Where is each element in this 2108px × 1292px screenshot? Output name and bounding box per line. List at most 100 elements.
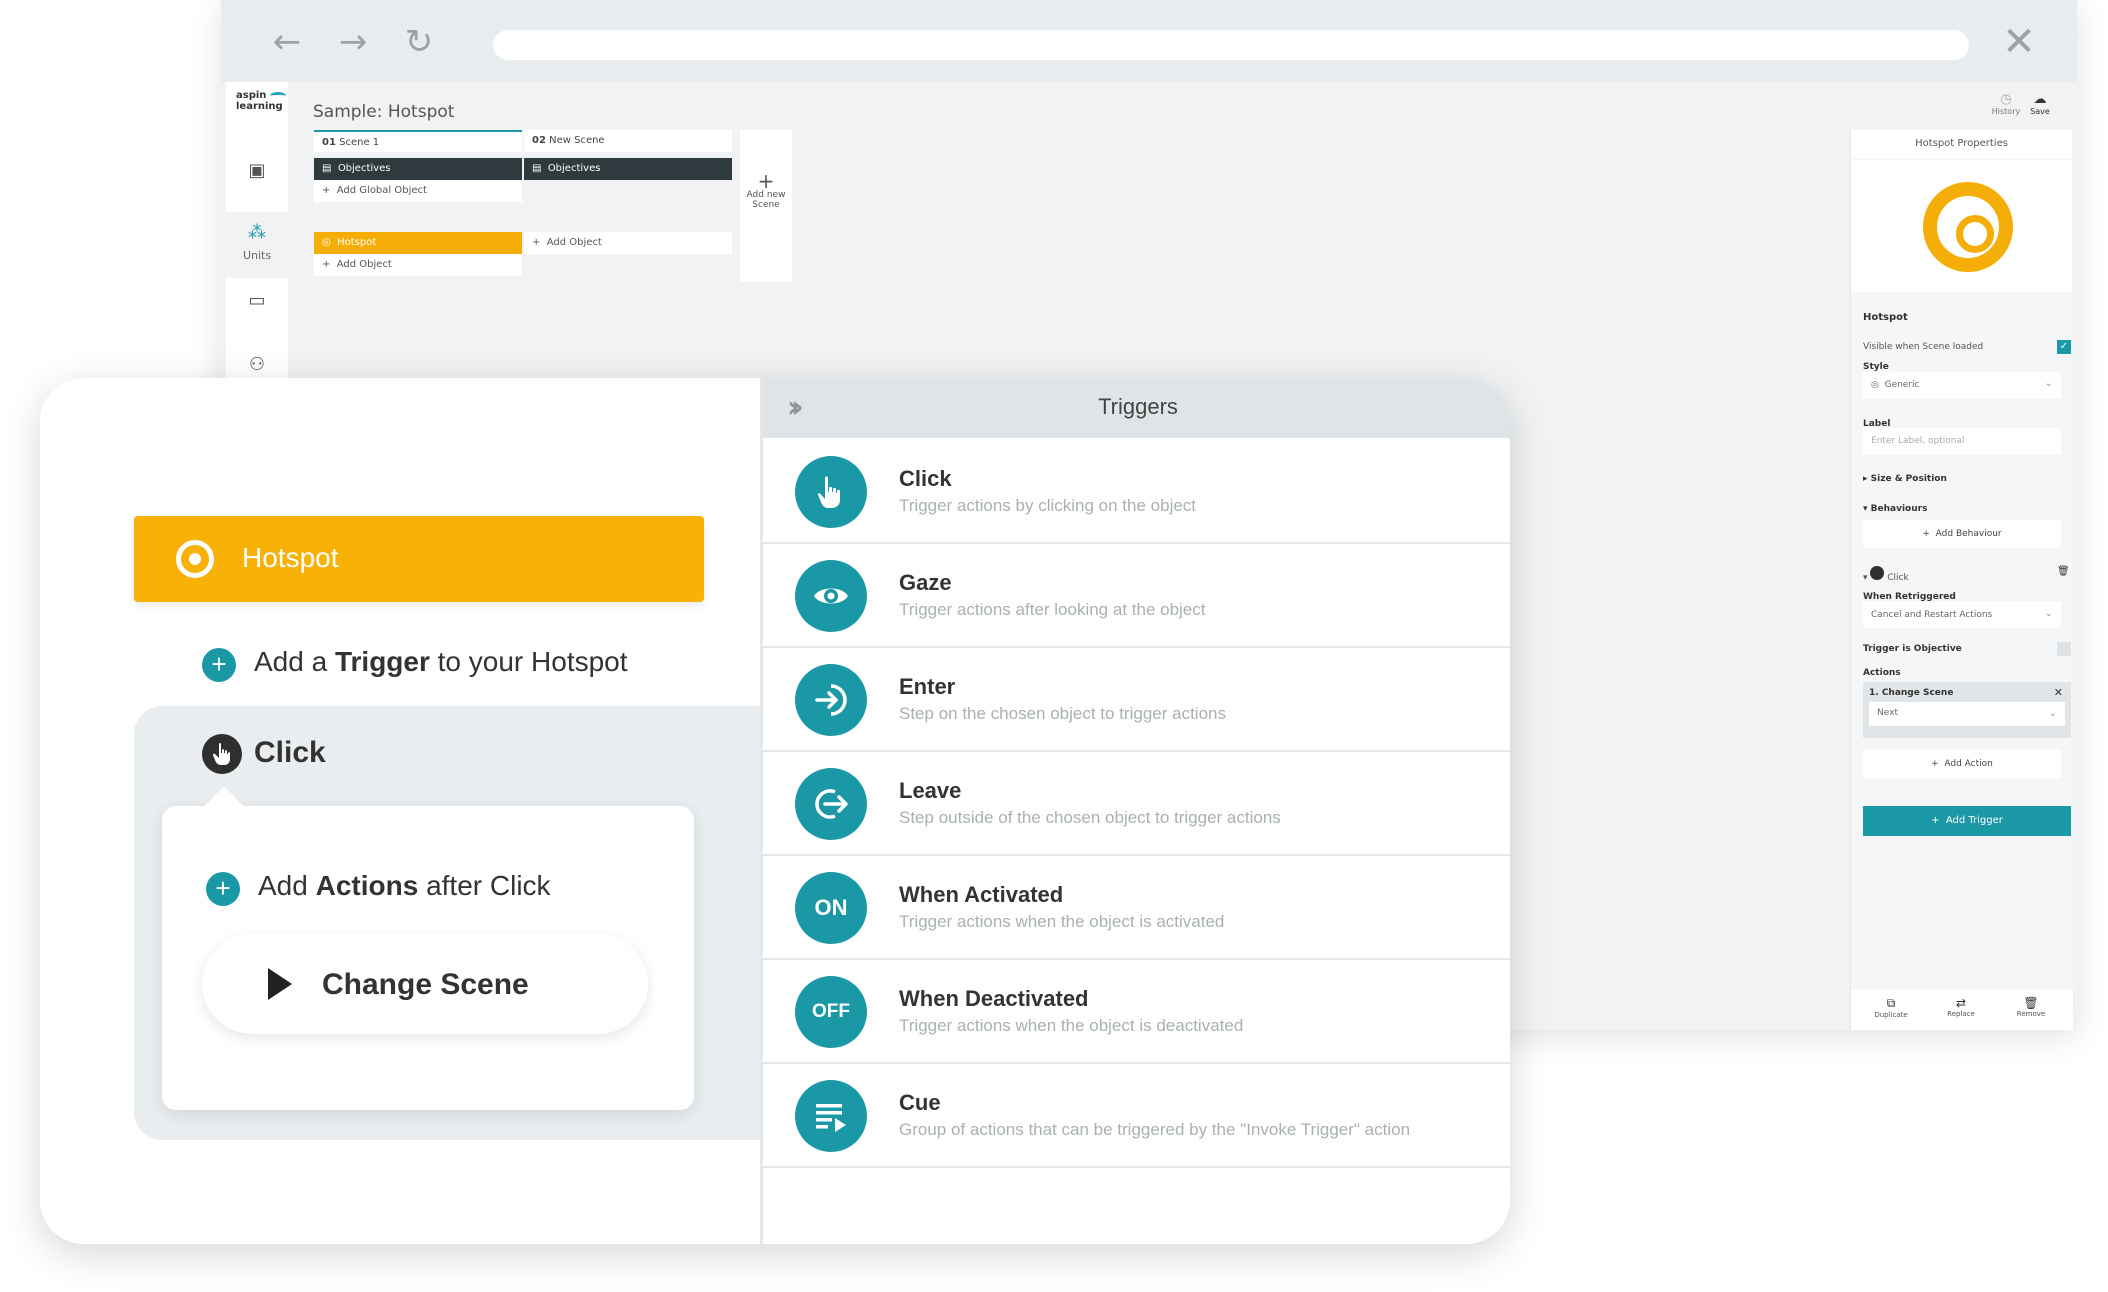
- object-name: Hotspot: [1863, 312, 1908, 323]
- trigger-item-when-activated[interactable]: ON When Activated Trigger actions when t…: [763, 856, 1510, 960]
- trash-icon: 🗑: [2023, 996, 2039, 1010]
- sidebar-item-library[interactable]: ▣: [226, 152, 288, 202]
- scene-tab-2[interactable]: 02 New Scene: [524, 130, 732, 152]
- trigger-name: Gaze: [899, 570, 952, 595]
- add-global-object-button[interactable]: + Add Global Object: [314, 180, 522, 202]
- plus-icon: +: [206, 872, 240, 906]
- add-object-button[interactable]: + Add Object: [314, 254, 522, 276]
- close-icon[interactable]: ✕: [2054, 686, 2063, 699]
- click-trigger-header[interactable]: Click: [202, 734, 326, 774]
- trigger-objective-label: Trigger is Objective: [1863, 644, 1962, 654]
- folder-icon: ▭: [248, 290, 266, 311]
- trigger-item-gaze[interactable]: Gaze Trigger actions after looking at th…: [763, 544, 1510, 648]
- trigger-objective-checkbox[interactable]: [2057, 642, 2071, 656]
- properties-panel: Hotspot Properties Hotspot Visible when …: [1850, 130, 2073, 1030]
- close-icon[interactable]: ✕: [1997, 20, 2041, 64]
- style-label: Style: [1863, 362, 1889, 372]
- hotspot-target-icon: [1923, 182, 2013, 272]
- history-button[interactable]: ◷ History: [1991, 92, 2021, 116]
- root: ← → ↻ ✕ aspin learning ▣ ⁂ Units ▭ ⚇ Sam…: [0, 0, 2108, 1292]
- add-behaviour-button[interactable]: + Add Behaviour: [1863, 520, 2061, 548]
- chevron-down-icon: ⌄: [2048, 708, 2057, 719]
- play-icon: [268, 968, 292, 1000]
- remove-button[interactable]: 🗑 Remove: [2001, 996, 2061, 1018]
- label-input[interactable]: Enter Label, optional: [1863, 428, 2061, 454]
- trigger-description: Trigger actions by clicking on the objec…: [899, 496, 1197, 515]
- trigger-name: Enter: [899, 674, 956, 699]
- add-action-button[interactable]: + Add Action: [1863, 750, 2061, 778]
- triggers-header: ›› Triggers: [763, 378, 1510, 438]
- global-object-row[interactable]: ▤ Objectives: [524, 158, 732, 180]
- change-scene-label: Change Scene: [322, 968, 529, 1001]
- leave-icon: [795, 768, 867, 840]
- target-icon: ◎: [1871, 380, 1879, 390]
- trigger-description: Trigger actions when the object is activ…: [899, 912, 1225, 931]
- card-left-pane: Hotspot + Add a Trigger to your Hotspot …: [40, 378, 774, 1244]
- add-trigger-button[interactable]: + Add Trigger: [1863, 806, 2071, 836]
- trigger-description: Step on the chosen object to trigger act…: [899, 704, 1226, 723]
- target-icon: [176, 540, 214, 578]
- trigger-description: Trigger actions when the object is deact…: [899, 1016, 1244, 1035]
- plus-icon: +: [202, 648, 236, 682]
- trigger-item-cue[interactable]: Cue Group of actions that can be trigger…: [763, 1064, 1510, 1168]
- chevron-down-icon: ⌄: [2044, 608, 2053, 619]
- trigger-item-when-deactivated[interactable]: OFF When Deactivated Trigger actions whe…: [763, 960, 1510, 1064]
- action-item: 1. Change Scene ✕ Next ⌄: [1863, 682, 2071, 738]
- bottom-toolbar: ⧉ Duplicate ⇄ Replace 🗑 Remove: [1851, 990, 2073, 1030]
- users-icon: ⚇: [248, 354, 266, 375]
- duplicate-button[interactable]: ⧉ Duplicate: [1861, 996, 1921, 1019]
- click-hand-icon: [1870, 566, 1885, 580]
- plus-icon: +: [757, 169, 775, 193]
- hotspot-object-bar[interactable]: Hotspot: [134, 516, 704, 602]
- scene-tab-1[interactable]: 01 Scene 1: [314, 130, 522, 152]
- cue-icon: [795, 1080, 867, 1152]
- trigger-description: Step outside of the chosen object to tri…: [899, 808, 1281, 827]
- style-select[interactable]: ◎ Generic ⌄: [1863, 372, 2061, 398]
- trigger-name: Click: [899, 466, 952, 491]
- trigger-name: Cue: [899, 1090, 941, 1115]
- add-object-button[interactable]: + Add Object: [524, 232, 732, 254]
- history-icon: ◷: [2000, 92, 2012, 107]
- enter-icon: [795, 664, 867, 736]
- click-trigger-block: Click + Add Actions after Click Change S…: [134, 706, 774, 1140]
- add-trigger-prompt[interactable]: + Add a Trigger to your Hotspot: [202, 646, 628, 682]
- global-object-row[interactable]: ▤ Objectives: [314, 158, 522, 180]
- back-arrow-icon[interactable]: ←: [267, 22, 307, 62]
- size-position-section[interactable]: ▸ Size & Position: [1851, 474, 1959, 484]
- replace-icon: ⇄: [1955, 996, 1967, 1010]
- replace-button[interactable]: ⇄ Replace: [1931, 996, 1991, 1018]
- trigger-name: Leave: [899, 778, 962, 803]
- trigger-item-enter[interactable]: Enter Step on the chosen object to trigg…: [763, 648, 1510, 752]
- duplicate-icon: ⧉: [1886, 996, 1896, 1010]
- sidebar-item-media[interactable]: ▭: [226, 282, 288, 332]
- page-title: Sample: Hotspot: [313, 102, 455, 122]
- action-value-select[interactable]: Next ⌄: [1869, 702, 2065, 726]
- address-bar[interactable]: [493, 30, 1969, 60]
- trigger-description: Trigger actions after looking at the obj…: [899, 600, 1206, 619]
- visible-label: Visible when Scene loaded: [1863, 342, 1984, 352]
- trigger-click-header[interactable]: ▾ Click: [1851, 566, 1921, 583]
- retrigger-select[interactable]: Cancel and Restart Actions ⌄: [1863, 602, 2061, 628]
- reload-icon[interactable]: ↻: [399, 22, 439, 62]
- trigger-item-leave[interactable]: Leave Step outside of the chosen object …: [763, 752, 1510, 856]
- sidebar-item-units[interactable]: ⁂ Units: [226, 212, 288, 278]
- trash-icon[interactable]: 🗑: [2057, 566, 2070, 577]
- when-retriggered-label: When Retriggered: [1863, 592, 1956, 602]
- visible-checkbox[interactable]: ✓: [2057, 340, 2071, 354]
- change-scene-action[interactable]: Change Scene: [202, 934, 648, 1034]
- browser-toolbar: ← → ↻ ✕: [221, 0, 2077, 82]
- add-scene-button[interactable]: + Add new Scene: [740, 130, 792, 282]
- add-actions-prompt[interactable]: + Add Actions after Click: [206, 870, 551, 906]
- chevron-down-icon: ⌄: [2044, 378, 2053, 389]
- off-icon: OFF: [795, 976, 867, 1048]
- hotspot-object-row[interactable]: ◎ Hotspot: [314, 232, 522, 254]
- trigger-item-click[interactable]: Click Trigger actions by clicking on the…: [763, 440, 1510, 544]
- forward-arrow-icon[interactable]: →: [333, 22, 373, 62]
- trigger-name: When Activated: [899, 882, 1064, 907]
- top-tools: ◷ History ☁ Save: [1991, 92, 2061, 122]
- save-button[interactable]: ☁ Save: [2025, 92, 2055, 116]
- scene-column-1: 01 Scene 1 ▤ Objectives + Add Global Obj…: [314, 130, 522, 276]
- click-hand-icon: [202, 734, 242, 774]
- sidebar-item-label: Units: [242, 249, 272, 262]
- behaviours-section[interactable]: ▾ Behaviours: [1851, 504, 1939, 514]
